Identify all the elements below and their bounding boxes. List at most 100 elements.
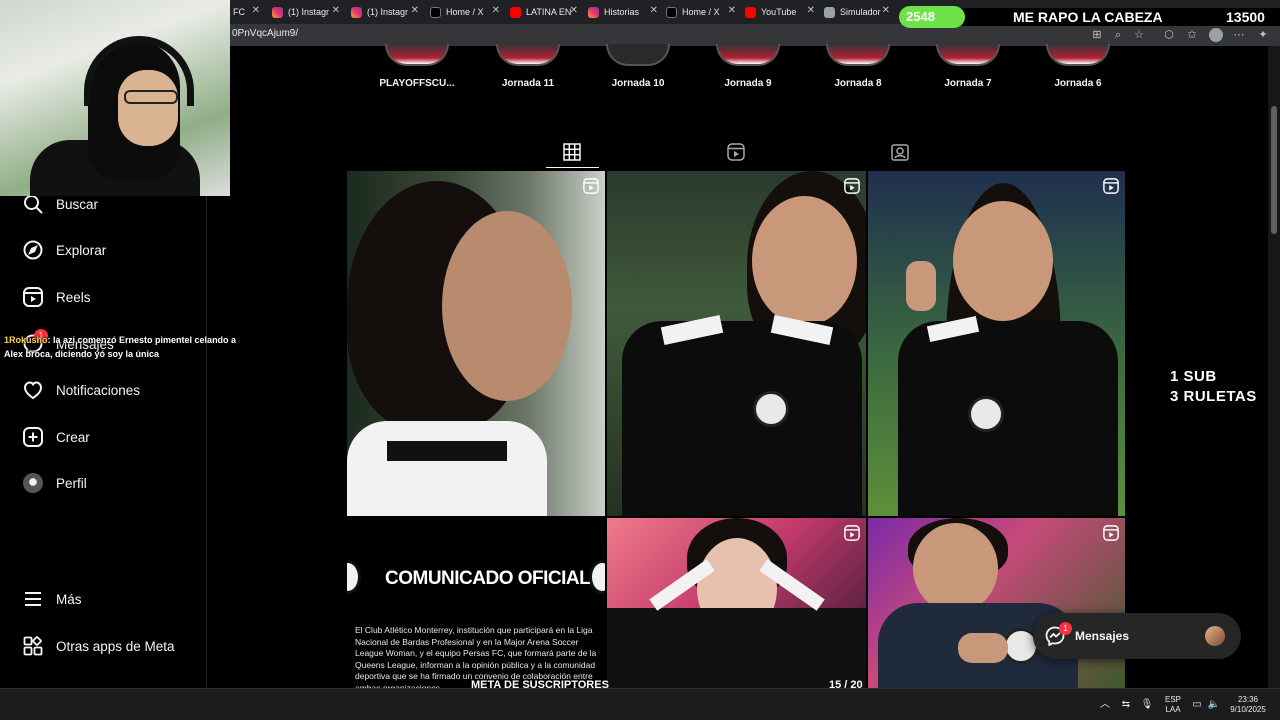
sidebar-item-create[interactable]: Crear [22, 423, 90, 451]
sidebar-item-label: Perfil [56, 475, 87, 491]
microphone-icon[interactable]: 🎙 [1140, 698, 1154, 712]
tab-posts[interactable] [562, 142, 582, 162]
highlight-label: Jornada 10 [611, 78, 665, 89]
instagram-icon [588, 6, 599, 18]
avatar [1205, 626, 1225, 646]
highlight-item[interactable]: Jornada 10 [593, 44, 683, 89]
clock-date: 9/10/2025 [1230, 705, 1266, 714]
tab-title: (1) Instagr [288, 7, 330, 17]
browser-tab[interactable]: Simulador ✕ [820, 2, 894, 22]
page-scrollbar[interactable] [1268, 46, 1280, 688]
chat-message: 1Rokusho: la azi comenzó Ernesto pimente… [4, 333, 250, 361]
donation-goal-target: 13500 [1226, 9, 1265, 25]
reel-badge-icon [1103, 525, 1119, 541]
sidebar-item-label: Explorar [56, 242, 107, 258]
tab-title: Historias [604, 7, 640, 17]
post-thumbnail[interactable] [347, 171, 605, 516]
highlight-label: Jornada 9 [724, 78, 772, 89]
post-thumbnail[interactable] [868, 518, 1125, 688]
highlight-item[interactable]: Jornada 11 [483, 44, 573, 89]
sidebar-item-notifications[interactable]: Notificaciones [22, 376, 140, 404]
grid-icon [563, 143, 581, 161]
sidebar-item-label: Buscar [56, 196, 99, 212]
sidebar-item-profile[interactable]: Perfil [22, 469, 87, 497]
scrollbar-thumb[interactable] [1271, 106, 1277, 234]
url-text[interactable]: 0PnVqcAjum9/ [232, 28, 298, 39]
browser-tab[interactable]: Home / X ✕ [426, 2, 504, 22]
highlight-item[interactable]: PLAYOFFSCU... [372, 44, 462, 89]
input-language[interactable]: ESP LAA [1160, 695, 1186, 715]
sidebar-item-label: Crear [56, 429, 90, 445]
close-icon[interactable]: ✕ [807, 5, 815, 16]
messages-pill[interactable]: 1 Mensajes [1033, 613, 1241, 659]
highlight-label: Jornada 8 [834, 78, 882, 89]
close-icon[interactable]: ✕ [650, 5, 658, 16]
sidebar-item-label: Otras apps de Meta [56, 638, 175, 654]
highlight-cover [1046, 44, 1110, 66]
clock-time: 23:36 [1237, 695, 1259, 704]
search-icon [22, 193, 44, 215]
instagram-icon [351, 6, 362, 18]
language-code: ESP [1164, 695, 1181, 704]
close-icon[interactable]: ✕ [411, 5, 419, 16]
browser-tab[interactable]: (1) Instagr ✕ [347, 2, 423, 22]
reel-badge-icon [844, 525, 860, 541]
browser-tab[interactable]: LATINA EN ✕ [506, 2, 582, 22]
highlight-item[interactable]: Jornada 6 [1033, 44, 1123, 89]
bookmark-star-icon[interactable]: ☆ [1132, 28, 1146, 42]
sidebar-item-explore[interactable]: Explorar [22, 236, 106, 264]
zoom-icon[interactable]: ⌕ [1111, 28, 1125, 42]
notification-badge: 1 [1059, 622, 1072, 635]
tagged-icon [891, 144, 909, 161]
tab-reels[interactable] [726, 142, 746, 162]
profile-avatar[interactable] [1209, 28, 1223, 42]
more-icon[interactable]: ⋯ [1232, 28, 1246, 42]
close-icon[interactable]: ✕ [570, 5, 578, 16]
post-thumbnail[interactable] [607, 518, 866, 688]
highlight-label: Jornada 6 [1054, 78, 1102, 89]
club-logo [589, 560, 605, 594]
close-icon[interactable]: ✕ [492, 5, 500, 16]
x-icon [430, 6, 441, 18]
highlight-cover [826, 44, 890, 66]
extension-icon[interactable]: ⬡ [1162, 28, 1176, 42]
plus-square-icon [22, 426, 44, 448]
copilot-icon[interactable]: ✦ [1256, 28, 1270, 42]
volume-icon[interactable]: 🔈 [1207, 698, 1221, 712]
youtube-icon [510, 6, 521, 18]
highlight-cover [936, 44, 1000, 66]
messages-pill-label: Mensajes [1075, 629, 1130, 643]
tab-title: (1) Instagr [367, 7, 409, 17]
favorites-icon[interactable]: ✩ [1185, 28, 1199, 42]
close-icon[interactable]: ✕ [252, 5, 260, 16]
tab-title: YouTube [761, 7, 797, 17]
highlight-item[interactable]: Jornada 9 [703, 44, 793, 89]
tab-tagged[interactable] [890, 142, 910, 162]
display-icon[interactable]: ▭ [1190, 698, 1204, 712]
reel-badge-icon [844, 178, 860, 194]
close-icon[interactable]: ✕ [728, 5, 736, 16]
compass-icon [22, 239, 44, 261]
post-thumbnail[interactable]: COMUNICADO OFICIAL El Club Atlético Mont… [347, 518, 605, 688]
instagram-icon [272, 6, 283, 18]
browser-tab[interactable]: Home / X ✕ [662, 2, 740, 22]
sidebar-item-meta-apps[interactable]: Otras apps de Meta [22, 632, 175, 660]
clock[interactable]: 23:36 9/10/2025 [1226, 695, 1270, 715]
chevron-up-icon[interactable]: ︿ [1098, 698, 1112, 712]
close-icon[interactable]: ✕ [882, 5, 890, 16]
browser-tab[interactable]: Historias ✕ [584, 2, 662, 22]
sidebar-item-more[interactable]: Más [22, 585, 82, 613]
install-app-icon[interactable]: ⊞ [1090, 28, 1104, 42]
browser-tab[interactable]: (1) Instagr ✕ [268, 2, 344, 22]
highlight-item[interactable]: Jornada 7 [923, 44, 1013, 89]
highlight-label: PLAYOFFSCU... [379, 78, 455, 89]
browser-tab[interactable]: YouTube ✕ [741, 2, 819, 22]
sidebar-item-reels[interactable]: Reels [22, 283, 91, 311]
highlight-item[interactable]: Jornada 8 [813, 44, 903, 89]
highlight-label: Jornada 7 [944, 78, 992, 89]
close-icon[interactable]: ✕ [332, 5, 340, 16]
post-thumbnail[interactable] [607, 171, 866, 516]
post-thumbnail[interactable] [868, 171, 1125, 516]
network-icon[interactable]: ⇆ [1119, 698, 1133, 712]
webcam-overlay [0, 0, 230, 196]
